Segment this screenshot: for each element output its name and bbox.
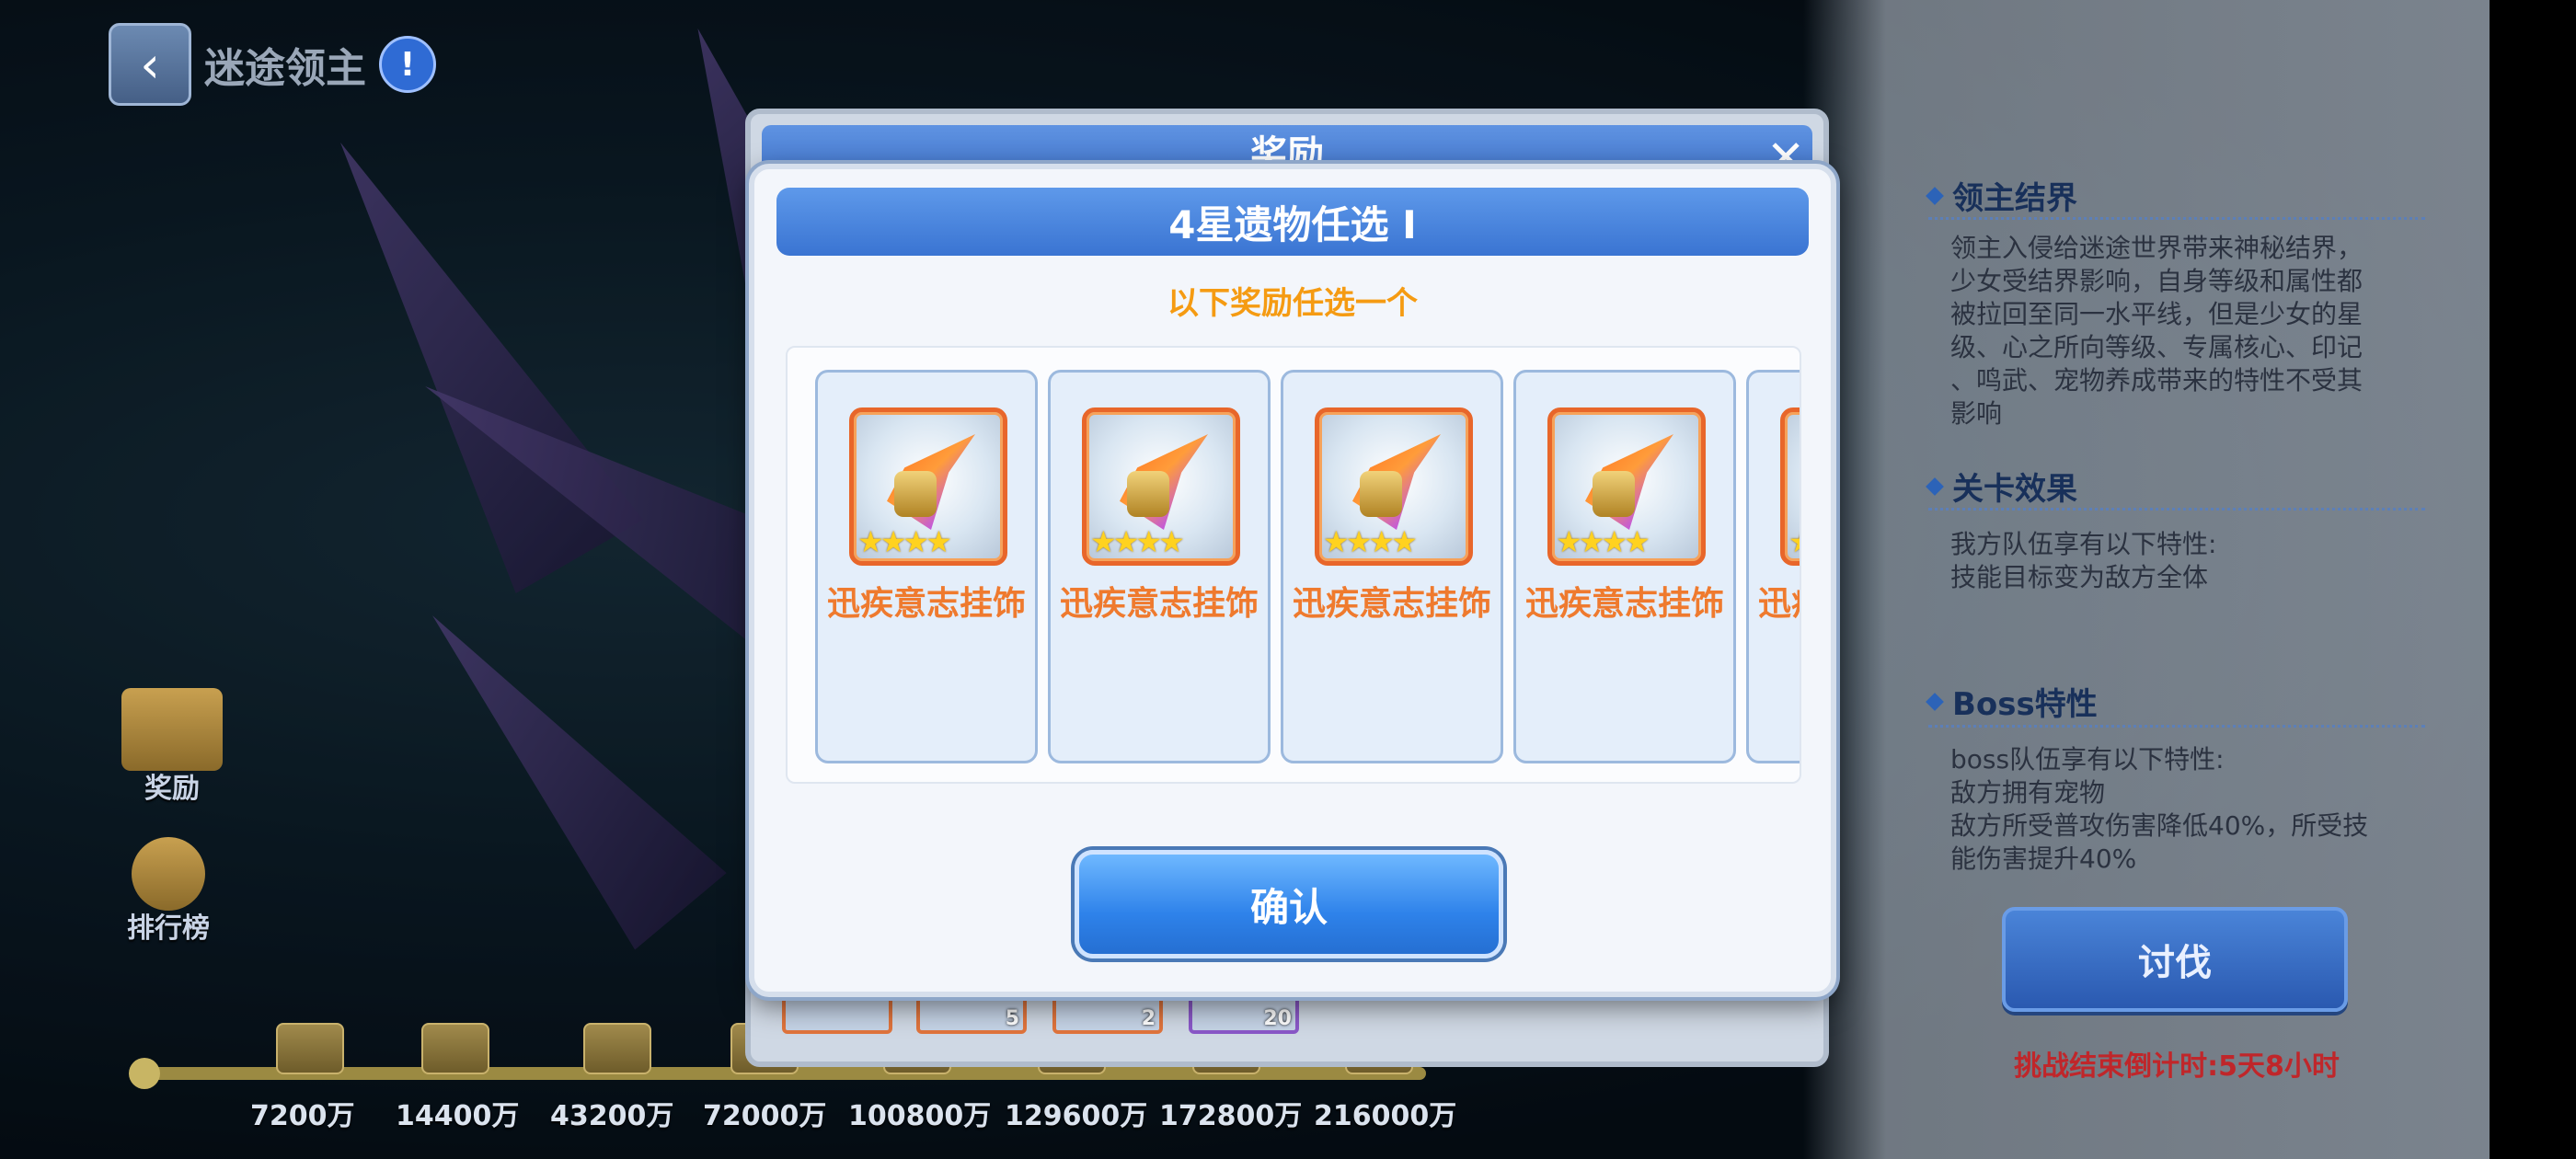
star-rating: ★★★★ bbox=[1090, 524, 1185, 559]
relic-name: 迅疾意志挂饰 bbox=[1524, 585, 1724, 623]
gold-ornament bbox=[1127, 471, 1169, 517]
milestone-label: 7200万 bbox=[250, 1100, 355, 1132]
medal-icon bbox=[132, 837, 205, 911]
relic-icon: ★★★★ bbox=[1082, 407, 1240, 566]
relic-icon: ★★★★ bbox=[1547, 407, 1706, 566]
milestone-chest[interactable] bbox=[276, 1023, 344, 1074]
milestone-label: 100800万 bbox=[848, 1100, 992, 1132]
back-button[interactable]: ‹ bbox=[109, 23, 191, 106]
gold-ornament bbox=[894, 471, 937, 517]
mail-icon bbox=[121, 688, 223, 771]
exclamation-icon: ! bbox=[399, 45, 416, 84]
star-rating: ★★★★ bbox=[1788, 524, 1800, 559]
section-title-barrier: 领主结界 bbox=[1926, 173, 2077, 218]
milestone-chest[interactable] bbox=[583, 1023, 651, 1074]
relic-option-card[interactable]: ★★★★ 迅疾意志挂饰 bbox=[1048, 370, 1271, 763]
diamond-icon bbox=[1926, 476, 1944, 496]
star-rating: ★★★★ bbox=[857, 524, 952, 559]
relic-option-card[interactable]: ★★★★ 迅疾意志挂饰 bbox=[1281, 370, 1503, 763]
top-bar: ‹ 迷途领主 ! bbox=[109, 23, 436, 106]
diamond-icon bbox=[1926, 186, 1944, 205]
leaderboard-label: 排行榜 bbox=[127, 912, 210, 945]
relic-option-card[interactable]: ★★★★ 迅疾意志挂饰 bbox=[815, 370, 1038, 763]
milestone-label: 129600万 bbox=[1005, 1100, 1148, 1132]
section-title-boss-traits: Boss特性 bbox=[1926, 679, 2098, 724]
gold-ornament bbox=[1593, 471, 1635, 517]
rewards-button[interactable]: 奖励 bbox=[121, 688, 223, 806]
info-button[interactable]: ! bbox=[379, 36, 436, 93]
gold-ornament bbox=[1360, 471, 1402, 517]
relic-icon: ★★★★ bbox=[849, 407, 1007, 566]
relic-name: 迅疾意志挂饰 bbox=[1757, 585, 1800, 623]
rewards-label: 奖励 bbox=[144, 773, 200, 805]
diamond-icon bbox=[1926, 692, 1944, 711]
dialog-subtitle: 以下奖励任选一个 bbox=[1167, 285, 1418, 322]
relic-option-card[interactable]: ★★★★ 迅疾意志挂饰 bbox=[1513, 370, 1736, 763]
relic-name: 迅疾意志挂饰 bbox=[1059, 585, 1259, 623]
boss-traits-description: boss队伍享有以下特性: 敌方拥有宠物 敌方所受普攻伤害降低40%，所受技 能… bbox=[1950, 744, 2369, 874]
star-rating: ★★★★ bbox=[1323, 524, 1418, 559]
confirm-button[interactable]: 确认 bbox=[1075, 850, 1503, 958]
dialog-title: 4星遗物任选 Ⅰ bbox=[776, 188, 1809, 256]
section-divider bbox=[1928, 508, 2425, 511]
milestone-label: 14400万 bbox=[396, 1100, 520, 1132]
relic-option-card[interactable]: ★★★★ 迅疾意志挂饰 bbox=[1746, 370, 1800, 763]
milestone-label: 43200万 bbox=[550, 1100, 674, 1132]
leaderboard-button[interactable]: 排行榜 bbox=[127, 837, 210, 946]
milestone-label: 172800万 bbox=[1159, 1100, 1303, 1132]
section-divider bbox=[1928, 217, 2425, 220]
stage-effect-description: 我方队伍享有以下特性: 技能目标变为敌方全体 bbox=[1950, 529, 2217, 592]
relic-select-dialog: 4星遗物任选 Ⅰ 以下奖励任选一个 ★★★★ 迅疾意志挂饰 ★★★★ 迅疾意志挂… bbox=[749, 164, 1836, 997]
challenge-countdown: 挑战结束倒计时:5天8小时 bbox=[2014, 1050, 2340, 1083]
relic-icon: ★★★★ bbox=[1780, 407, 1800, 566]
page-title: 迷途领主 bbox=[204, 45, 366, 92]
progress-knob bbox=[129, 1058, 160, 1089]
barrier-description: 领主入侵给迷途世界带来神秘结界， 少女受结界影响，自身等级和属性都 被拉回至同一… bbox=[1950, 233, 2363, 429]
chevron-left-icon: ‹ bbox=[140, 35, 160, 94]
screen-edge bbox=[2490, 0, 2576, 1159]
milestone-label: 72000万 bbox=[703, 1100, 827, 1132]
star-rating: ★★★★ bbox=[1556, 524, 1650, 559]
milestone-chest[interactable] bbox=[421, 1023, 489, 1074]
relic-name: 迅疾意志挂饰 bbox=[826, 585, 1026, 623]
milestone-label: 216000万 bbox=[1314, 1100, 1457, 1132]
relic-name: 迅疾意志挂饰 bbox=[1292, 585, 1491, 623]
relic-options-list[interactable]: ★★★★ 迅疾意志挂饰 ★★★★ 迅疾意志挂饰 ★★★★ 迅疾意志挂饰 ★★★★… bbox=[786, 346, 1801, 784]
section-divider bbox=[1928, 725, 2425, 728]
attack-button[interactable]: 讨伐 bbox=[2002, 907, 2348, 1012]
relic-icon: ★★★★ bbox=[1315, 407, 1473, 566]
section-title-stage-effect: 关卡效果 bbox=[1926, 464, 2077, 509]
